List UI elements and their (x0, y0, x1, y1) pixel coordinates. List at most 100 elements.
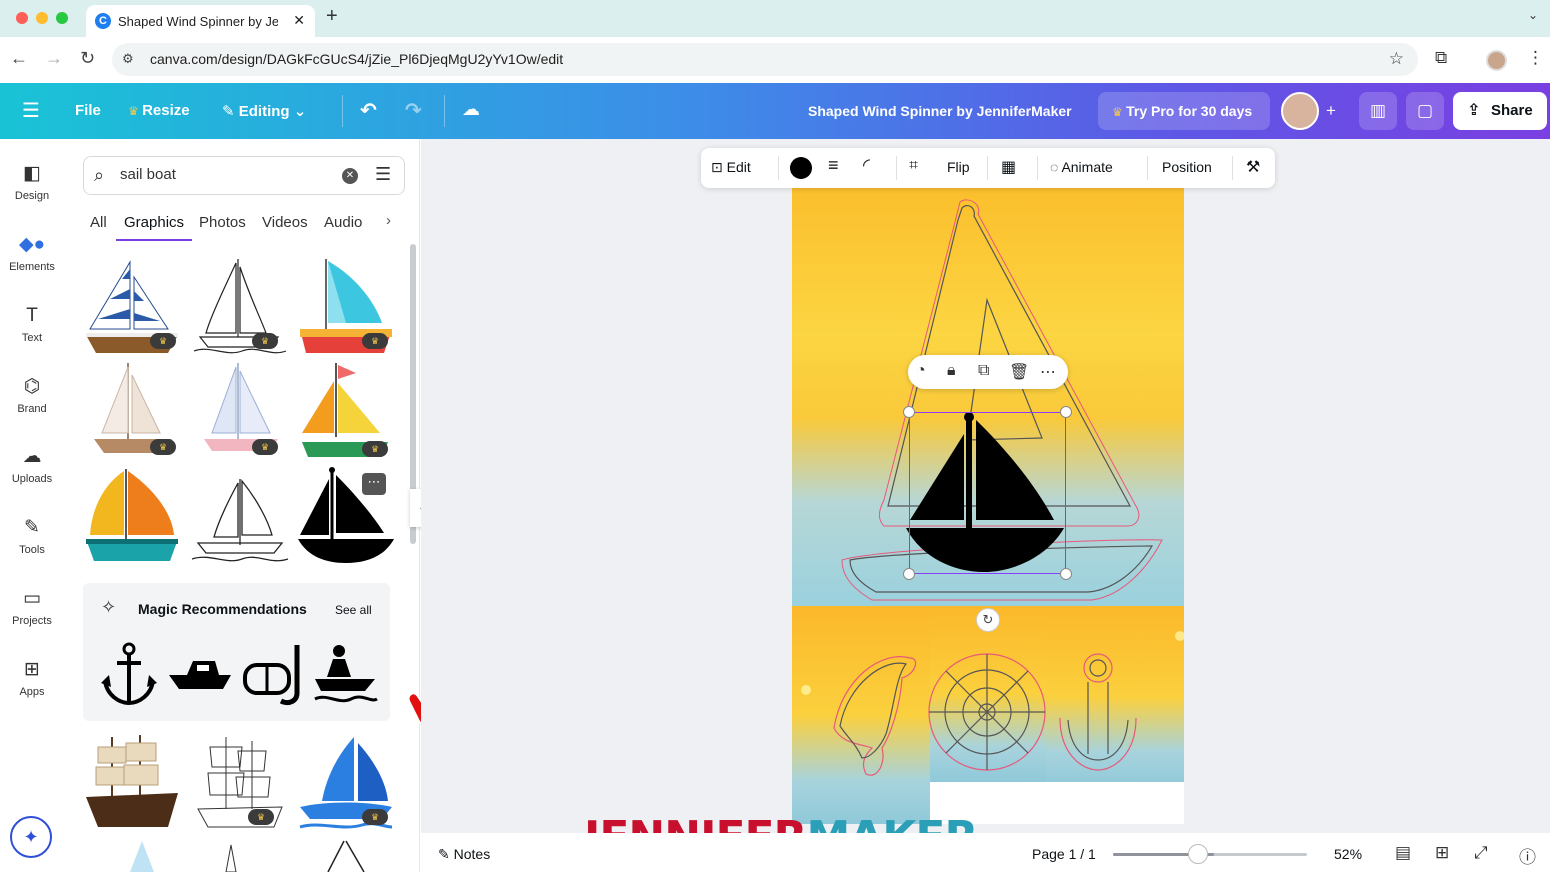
rail-item-elements[interactable]: ◆● Elements (0, 232, 64, 273)
zoom-slider-handle[interactable] (1188, 844, 1208, 864)
user-avatar[interactable] (1281, 92, 1319, 130)
motorboat-graphic[interactable] (167, 653, 233, 693)
more-options-icon[interactable]: ⋯ (362, 473, 386, 495)
graphic-outline-sailboat[interactable]: ♛ (190, 257, 290, 357)
lock-icon[interactable]: 🔒︎ (947, 362, 956, 380)
tab-audio[interactable]: Audio (324, 214, 362, 231)
share-button[interactable]: ⇪ Share (1453, 92, 1547, 130)
chrome-menu-icon[interactable]: ⋮ (1527, 48, 1544, 68)
graphic-partial-sail-2[interactable] (224, 843, 238, 872)
new-tab-button[interactable]: + (326, 5, 338, 28)
tabs-scroll-right-icon[interactable]: › (386, 212, 391, 229)
try-pro-button[interactable]: ♛ Try Pro for 30 days (1098, 92, 1270, 130)
rail-item-projects[interactable]: ▭ Projects (0, 586, 64, 627)
graphic-blue-sails[interactable]: ♛ (296, 733, 396, 833)
browser-profile-avatar[interactable] (1486, 50, 1507, 71)
border-style-icon[interactable]: ≡ (828, 155, 839, 176)
tab-search-chevron-icon[interactable]: ⌄ (1528, 8, 1538, 22)
tab-videos[interactable]: Videos (262, 214, 308, 231)
graphic-orange-sailboat[interactable] (82, 465, 182, 565)
tab-graphics[interactable]: Graphics (124, 214, 184, 231)
transparency-icon[interactable]: ▦ (1001, 157, 1016, 177)
graphic-partial-sail-1[interactable] (130, 839, 154, 872)
snorkel-mask-graphic[interactable] (241, 641, 307, 707)
crop-icon[interactable]: ⌗ (909, 157, 918, 175)
duplicate-icon[interactable]: ⧉ (978, 362, 989, 380)
wheel-background-image[interactable] (930, 606, 1046, 782)
resize-handle-top-right[interactable] (1060, 406, 1072, 418)
document-title[interactable]: Shaped Wind Spinner by JenniferMaker (808, 103, 1072, 119)
search-input[interactable] (120, 166, 320, 183)
graphic-blue-watercolor-sailboat[interactable]: ♛ (190, 361, 290, 461)
help-icon[interactable]: ⓘ (1519, 843, 1536, 868)
anchor-background-image[interactable] (1046, 606, 1184, 788)
graphic-colorful-sailboat[interactable]: ♛ (296, 361, 396, 461)
resize-button[interactable]: ♛ Resize (128, 102, 190, 119)
graphic-sketch-ship[interactable]: ♛ (190, 733, 290, 833)
rail-item-text[interactable]: T Text (0, 303, 64, 344)
close-tab-icon[interactable]: ✕ (293, 12, 305, 29)
graphic-partial-sail-3[interactable] (324, 839, 368, 872)
undo-icon[interactable]: ↶ (360, 98, 377, 123)
tab-photos[interactable]: Photos (199, 214, 246, 231)
window-zoom-button[interactable] (56, 12, 68, 24)
bookmark-star-icon[interactable]: ☆ (1389, 49, 1404, 69)
ship-wheel-cut-outline[interactable] (928, 653, 1046, 771)
reload-button[interactable]: ↻ (80, 48, 95, 69)
page-indicator[interactable]: Page 1 / 1 (1032, 846, 1096, 862)
comment-add-icon[interactable]: ◔ (916, 362, 926, 380)
see-all-link[interactable]: See all (335, 603, 372, 617)
jet-ski-graphic[interactable] (313, 643, 379, 705)
back-button[interactable]: ← (10, 48, 28, 69)
insights-chart-icon[interactable]: ▥ (1359, 92, 1397, 130)
notes-button[interactable]: ✎ Notes (438, 846, 490, 863)
forward-button[interactable]: → (45, 48, 63, 69)
more-options-icon[interactable]: ⋯ (1040, 362, 1056, 382)
rail-item-uploads[interactable]: ☁ Uploads (0, 444, 64, 485)
window-close-button[interactable] (16, 12, 28, 24)
flip-button[interactable]: Flip (947, 159, 970, 175)
filter-sliders-icon[interactable]: ☰ (375, 164, 391, 185)
color-swatch-button[interactable] (790, 157, 812, 179)
copy-style-paint-roller-icon[interactable]: ⚒ (1246, 157, 1260, 177)
graphic-teal-sailboat[interactable]: ♛ (296, 257, 396, 357)
url-field[interactable]: ⚙ canva.com/design/DAGkFcGUcS4/jZie_Pl6D… (112, 43, 1418, 76)
position-button[interactable]: Position (1162, 159, 1212, 175)
graphic-black-sailboat-silhouette[interactable]: ⋯ (296, 465, 396, 565)
graphic-sketch-sailboat[interactable] (190, 465, 290, 565)
anchor-graphic[interactable] (99, 641, 159, 707)
resize-handle-bottom-right[interactable] (1060, 568, 1072, 580)
rail-item-brand[interactable]: ⌬ Brand (0, 374, 64, 415)
animate-button[interactable]: ◌ Animate (1050, 159, 1113, 175)
rail-item-tools[interactable]: ✎ Tools (0, 515, 64, 556)
dolphin-background-image[interactable] (792, 606, 930, 824)
file-menu-button[interactable]: File (75, 102, 101, 119)
tab-all[interactable]: All (90, 214, 107, 231)
rail-item-design[interactable]: ◧ Design (0, 161, 64, 202)
fullscreen-icon[interactable]: ⤢ (1474, 843, 1488, 863)
magic-assistant-sparkle-icon[interactable]: ✦ (10, 816, 52, 858)
cloud-saved-icon[interactable]: ☁ (462, 99, 480, 120)
page-thumbnails-icon[interactable]: ▤ (1395, 843, 1411, 863)
editing-mode-button[interactable]: ✎ Editing ⌄ (222, 102, 306, 120)
add-collaborator-icon[interactable]: + (1318, 92, 1344, 130)
resize-handle-top-left[interactable] (903, 406, 915, 418)
graphic-pirate-ship[interactable] (82, 733, 182, 833)
clear-search-icon[interactable]: ✕ (342, 168, 358, 184)
grid-view-icon[interactable]: ⊞ (1435, 843, 1449, 863)
corner-rounding-icon[interactable]: ◜ (863, 155, 870, 176)
resize-handle-bottom-left[interactable] (903, 568, 915, 580)
rail-item-apps[interactable]: ⊞ Apps (0, 657, 64, 698)
browser-tab[interactable]: C Shaped Wind Spinner by Jenn ✕ (86, 5, 315, 37)
edit-image-button[interactable]: ⊡ Edit (711, 159, 751, 176)
redo-icon[interactable]: ↷ (405, 98, 422, 123)
comments-icon[interactable]: ▢ (1406, 92, 1444, 130)
zoom-percentage[interactable]: 52% (1334, 846, 1362, 862)
graphic-striped-sailboat[interactable]: ♛ (82, 257, 182, 357)
window-minimize-button[interactable] (36, 12, 48, 24)
extensions-icon[interactable]: ⧉ (1435, 48, 1447, 68)
main-menu-icon[interactable]: ☰ (22, 98, 40, 123)
zoom-slider-track[interactable] (1113, 853, 1307, 856)
graphic-watercolor-sailboat[interactable]: ♛ (82, 361, 182, 461)
site-info-icon[interactable]: ⚙ (122, 51, 134, 67)
